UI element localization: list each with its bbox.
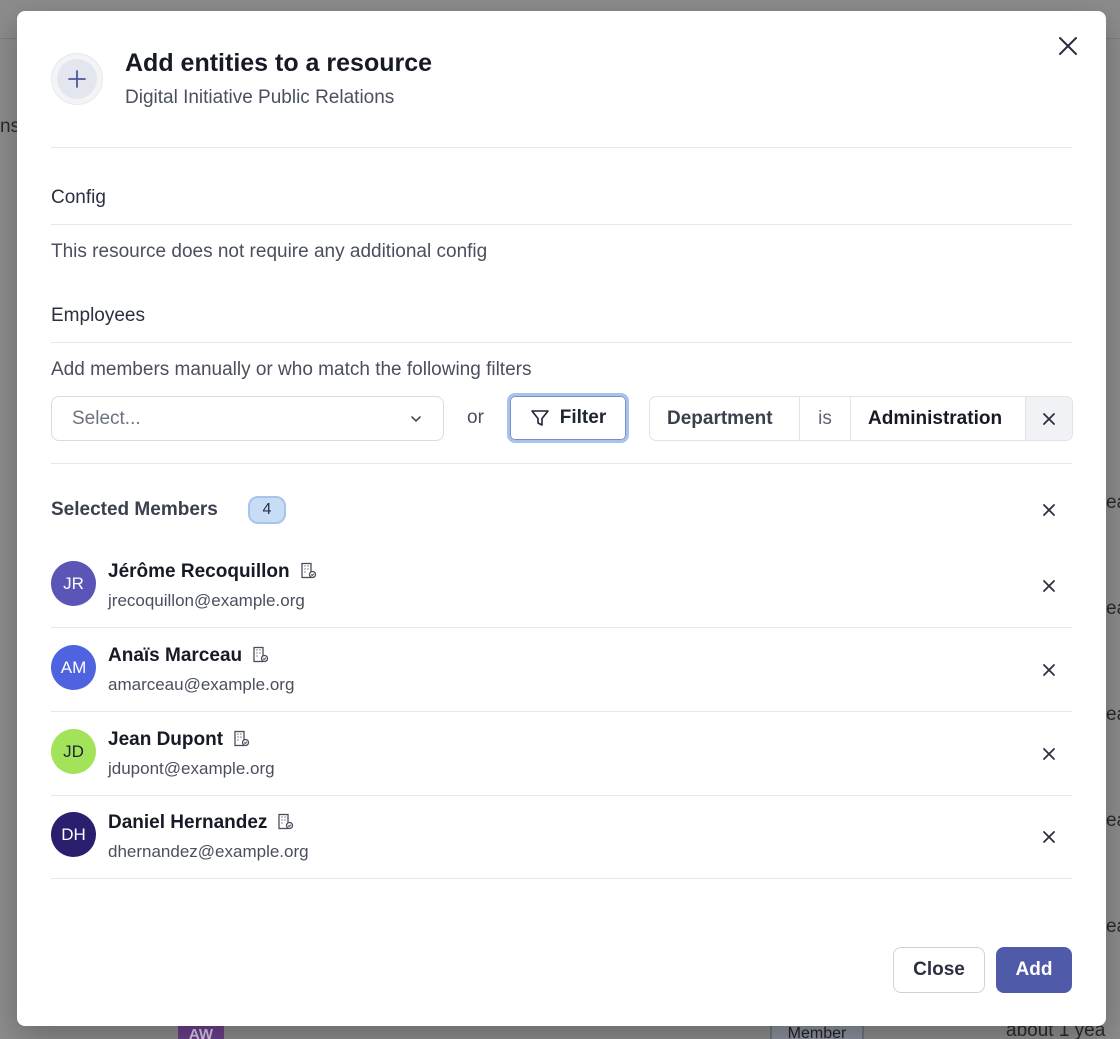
header-icon-container [51, 53, 103, 105]
member-row: JD Jean Dupont jdupont@example.org [51, 712, 1072, 796]
member-email: dhernandez@example.org [108, 842, 309, 861]
avatar: JR [51, 561, 96, 606]
config-divider [51, 224, 1072, 225]
member-select[interactable]: Select... [51, 396, 444, 441]
bg-text-fragment: ea [1106, 492, 1120, 513]
member-name-line: Jérôme Recoquillon [108, 561, 317, 583]
chevron-down-icon [411, 415, 421, 422]
row-divider [51, 878, 1072, 879]
clear-selected-button[interactable] [1039, 500, 1059, 520]
filter-button[interactable]: Filter [507, 393, 629, 443]
avatar: JD [51, 729, 96, 774]
employees-helper-text: Add members manually or who match the fo… [51, 359, 532, 380]
member-email: amarceau@example.org [108, 675, 295, 694]
member-name-line: Anaïs Marceau [108, 645, 269, 667]
filters-divider [51, 463, 1072, 464]
filter-field[interactable]: Department [650, 397, 800, 440]
filter-operator[interactable]: is [800, 397, 851, 440]
employees-heading: Employees [51, 305, 145, 326]
remove-member-button[interactable] [1039, 660, 1059, 680]
remove-member-button[interactable] [1039, 576, 1059, 596]
filter-value[interactable]: Administration [851, 397, 1026, 440]
funnel-icon [530, 410, 549, 426]
close-icon [1043, 664, 1055, 676]
member-name: Anaïs Marceau [108, 645, 243, 666]
member-name-line: Daniel Hernandez [108, 812, 294, 834]
bg-text-fragment: ea [1106, 916, 1120, 937]
selected-members-heading: Selected Members [51, 499, 218, 520]
selected-count-badge: 4 [248, 496, 286, 524]
member-email: jrecoquillon@example.org [108, 591, 305, 610]
member-name: Daniel Hernandez [108, 812, 268, 833]
bg-text-fragment: ea [1106, 598, 1120, 619]
avatar: DH [51, 812, 96, 857]
member-name: Jérôme Recoquillon [108, 561, 290, 582]
close-icon [1059, 37, 1077, 55]
config-text: This resource does not require any addit… [51, 241, 488, 262]
building-icon [278, 813, 294, 830]
close-icon [1043, 748, 1055, 760]
avatar: AM [51, 645, 96, 690]
modal-title: Add entities to a resource [125, 49, 433, 77]
member-row: DH Daniel Hernandez dhernandez@example.o… [51, 795, 1072, 879]
config-heading: Config [51, 187, 106, 208]
close-icon [1043, 504, 1055, 516]
close-icon [1043, 580, 1055, 592]
member-email: jdupont@example.org [108, 759, 275, 778]
or-separator: or [467, 407, 484, 428]
building-icon [234, 730, 250, 747]
plus-icon [57, 59, 97, 99]
filter-chip: Department is Administration [649, 396, 1073, 441]
building-icon [300, 562, 316, 579]
member-name: Jean Dupont [108, 729, 224, 750]
employees-divider [51, 342, 1072, 343]
close-icon [1043, 831, 1055, 843]
close-icon [1043, 412, 1055, 425]
modal-subtitle: Digital Initiative Public Relations [125, 87, 395, 108]
member-row: AM Anaïs Marceau amarceau@example.org [51, 628, 1072, 712]
bg-text-fragment: ea [1106, 810, 1120, 831]
remove-member-button[interactable] [1039, 827, 1059, 847]
close-modal-button[interactable] [1053, 31, 1083, 61]
close-button[interactable]: Close [893, 947, 985, 993]
add-entities-modal: Add entities to a resource Digital Initi… [17, 11, 1106, 1026]
member-name-line: Jean Dupont [108, 729, 250, 751]
remove-member-button[interactable] [1039, 744, 1059, 764]
header-divider [51, 147, 1072, 148]
filter-button-label: Filter [559, 407, 607, 428]
building-icon [253, 646, 269, 663]
add-button[interactable]: Add [996, 947, 1072, 993]
bg-text-fragment: ea [1106, 704, 1120, 725]
select-placeholder: Select... [72, 407, 141, 429]
remove-filter-button[interactable] [1026, 397, 1072, 440]
member-row: JR Jérôme Recoquillon jrecoquillon@examp… [51, 544, 1072, 628]
